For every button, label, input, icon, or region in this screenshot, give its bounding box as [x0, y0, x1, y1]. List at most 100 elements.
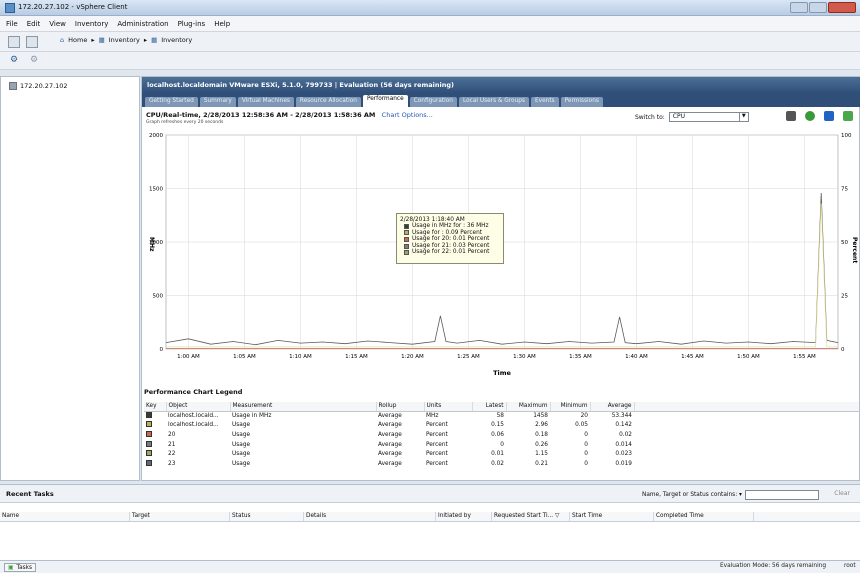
tasks-filter-label[interactable]: Name, Target or Status contains: ▾	[642, 492, 742, 498]
col-task-requested-start[interactable]: Requested Start Ti... ▽	[492, 512, 570, 521]
row-average: 53.344	[611, 413, 632, 420]
table-row[interactable]: localhost.locald... Usage in MHz Average…	[144, 411, 859, 421]
tab-getting-started[interactable]: Getting Started	[145, 97, 198, 107]
row-maximum: 0.18	[535, 431, 548, 438]
tree-item-host[interactable]: 172.20.27.102	[9, 82, 68, 90]
y-left-tick-label: 2000	[149, 133, 163, 139]
col-average[interactable]: Average	[590, 402, 635, 412]
row-measurement: Usage	[232, 460, 251, 467]
back-button[interactable]	[8, 36, 20, 48]
col-task-initiated-by[interactable]: Initiated by	[436, 512, 492, 521]
menu-edit[interactable]: Edit	[27, 20, 41, 28]
switch-to-select[interactable]: CPU ▼	[668, 112, 749, 122]
legend-title: Performance Chart Legend	[144, 388, 243, 396]
add-host-icon[interactable]: ⚙	[10, 55, 18, 65]
tab-events[interactable]: Events	[530, 97, 559, 107]
menu-inventory[interactable]: Inventory	[75, 20, 108, 28]
popup-chart-icon[interactable]	[843, 111, 853, 121]
tab-resource-allocation[interactable]: Resource Allocation	[295, 97, 361, 107]
chevron-down-icon: ▼	[738, 113, 748, 121]
tab-configuration[interactable]: Configuration	[409, 97, 457, 107]
maximize-button[interactable]	[809, 2, 827, 13]
row-object: localhost.locald...	[168, 413, 219, 420]
x-tick-label: 1:35 AM	[569, 354, 592, 360]
tooltip-line: Usage for 22: 0.01 Percent	[412, 249, 490, 256]
col-units[interactable]: Units	[424, 402, 473, 412]
row-object: 20	[168, 431, 176, 438]
breadcrumb-home[interactable]: Home	[68, 36, 87, 44]
col-maximum[interactable]: Maximum	[506, 402, 551, 412]
col-task-status[interactable]: Status	[230, 512, 304, 521]
minimize-button[interactable]	[790, 2, 808, 13]
chart-tooltip: 2/28/2013 1:18:40 AM Usage in MHz for : …	[396, 213, 504, 264]
row-units: Percent	[426, 441, 448, 448]
print-icon[interactable]	[786, 111, 796, 121]
tab-virtual-machines[interactable]: Virtual Machines	[237, 97, 294, 107]
table-row[interactable]: 23 Usage Average Percent 0.02 0.21 0 0.0…	[144, 459, 859, 469]
col-key[interactable]: Key	[144, 402, 167, 412]
table-row[interactable]: 21 Usage Average Percent 0 0.26 0 0.014	[144, 440, 859, 450]
refresh-icon[interactable]	[805, 111, 815, 121]
close-button[interactable]	[828, 2, 856, 13]
window-controls	[790, 2, 856, 13]
menu-file[interactable]: File	[6, 20, 18, 28]
menu-administration[interactable]: Administration	[117, 20, 168, 28]
col-task-target[interactable]: Target	[130, 512, 230, 521]
row-object: 22	[168, 451, 176, 458]
forward-button[interactable]	[26, 36, 38, 48]
col-task-completed-time[interactable]: Completed Time	[654, 512, 754, 521]
row-maximum: 0.26	[535, 441, 548, 448]
status-bar: ▣ Tasks Evaluation Mode: 56 days remaini…	[0, 560, 860, 573]
tab-summary[interactable]: Summary	[199, 97, 236, 107]
breadcrumb-inventory-host[interactable]: Inventory	[161, 36, 192, 44]
row-average: 0.142	[615, 422, 632, 429]
menu-view[interactable]: View	[49, 20, 66, 28]
table-row[interactable]: localhost.locald... Usage Average Percen…	[144, 421, 859, 431]
tasks-label: Tasks	[16, 564, 33, 571]
table-row[interactable]: 20 Usage Average Percent 0.06 0.18 0 0.0…	[144, 430, 859, 440]
tooltip-swatch	[404, 230, 409, 236]
row-rollup: Average	[378, 413, 402, 420]
table-row[interactable]: 22 Usage Average Percent 0.01 1.15 0 0.0…	[144, 449, 859, 459]
tab-performance[interactable]: Performance	[362, 95, 408, 107]
col-task-details[interactable]: Details	[304, 512, 436, 521]
col-task-start-time[interactable]: Start Time	[570, 512, 654, 521]
chart-options-link[interactable]: Chart Options...	[382, 111, 433, 119]
breadcrumb-inventory[interactable]: Inventory	[109, 36, 140, 44]
row-average: 0.023	[615, 451, 632, 458]
tasks-button[interactable]: ▣ Tasks	[4, 563, 37, 572]
menu-help[interactable]: Help	[214, 20, 230, 28]
tasks-filter-input[interactable]	[744, 490, 819, 500]
row-rollup: Average	[378, 441, 402, 448]
x-tick-label: 1:40 AM	[625, 354, 648, 360]
row-minimum: 0	[584, 460, 588, 467]
row-average: 0.014	[615, 441, 632, 448]
breadcrumb: ⌂ Home ▸ ▦ Inventory ▸ ▦ Inventory	[60, 36, 192, 44]
tab-local-users-groups[interactable]: Local Users & Groups	[459, 97, 529, 107]
clear-button[interactable]: Clear	[834, 490, 850, 497]
col-rollup[interactable]: Rollup	[376, 402, 425, 412]
col-minimum[interactable]: Minimum	[550, 402, 591, 412]
legend-key-swatch	[146, 459, 152, 466]
y-right-tick-label: 75	[841, 187, 848, 193]
recent-tasks-title: Recent Tasks	[6, 490, 54, 498]
y-right-ticks: 100 75 50 25 0	[841, 133, 852, 353]
menu-plugins[interactable]: Plug-ins	[178, 20, 206, 28]
col-task-name[interactable]: Name	[0, 512, 130, 521]
y-right-axis-label: Percent	[851, 237, 858, 263]
recent-tasks-panel: Recent Tasks Name, Target or Status cont…	[0, 484, 860, 564]
col-latest[interactable]: Latest	[472, 402, 507, 412]
row-latest: 0	[500, 441, 504, 448]
tab-permissions[interactable]: Permissions	[560, 97, 603, 107]
switch-to-value: CPU	[672, 113, 685, 120]
new-cluster-icon[interactable]: ⚙	[30, 55, 38, 65]
row-minimum: 20	[580, 413, 588, 420]
legend-key-swatch	[146, 430, 152, 437]
col-measurement[interactable]: Measurement	[230, 402, 377, 412]
x-tick-label: 1:00 AM	[177, 354, 200, 360]
col-object[interactable]: Object	[166, 402, 231, 412]
save-icon[interactable]	[824, 111, 834, 121]
x-tick-label: 1:20 AM	[401, 354, 424, 360]
host-header: localhost.localdomain VMware ESXi, 5.1.0…	[142, 77, 860, 93]
switch-to-control: Switch to: CPU ▼	[635, 112, 749, 122]
